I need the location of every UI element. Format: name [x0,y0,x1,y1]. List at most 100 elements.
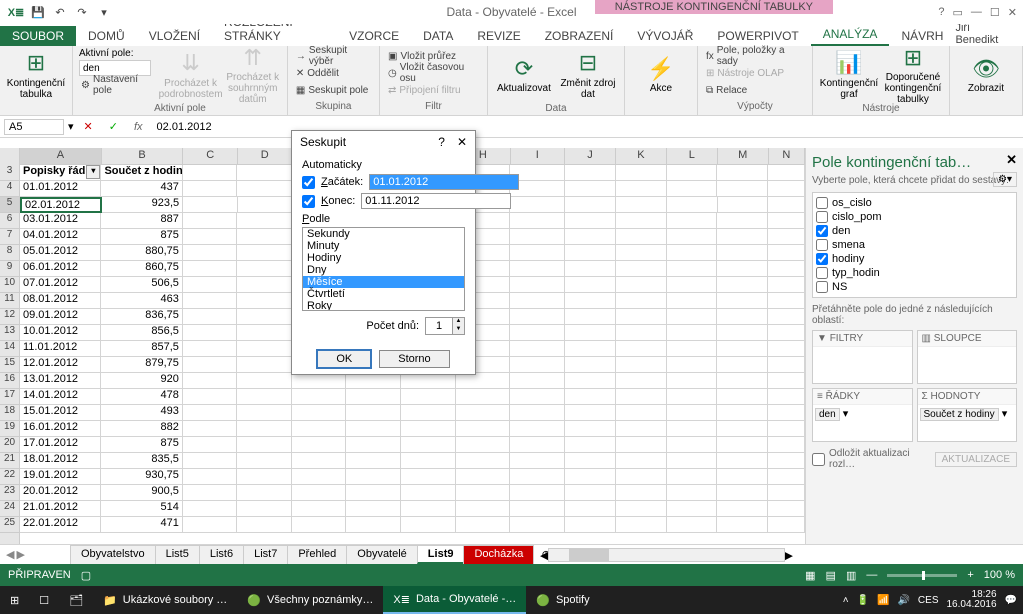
cell[interactable] [183,357,238,373]
cell[interactable] [401,373,456,389]
pivot-table-button[interactable]: ⊞Kontingenční tabulka [6,48,66,103]
row-header[interactable]: 24 [0,501,19,517]
sheet-next-icon[interactable]: ▶ [16,548,24,561]
cell[interactable] [292,373,347,389]
cell[interactable] [237,437,292,453]
start-input[interactable] [369,174,519,190]
filter-dropdown-icon[interactable]: ▾ [86,165,100,179]
cell[interactable] [237,181,292,197]
cell[interactable] [768,485,805,501]
tray-volume-icon[interactable]: 🔊 [897,595,909,606]
column-header[interactable]: B [102,148,184,164]
field-item[interactable]: NS [816,280,1013,294]
cell[interactable] [616,373,667,389]
taskbar-app-excel[interactable]: X≣ Data - Obyvatelé -… [383,586,526,614]
cell[interactable] [510,245,565,261]
cell[interactable] [616,389,667,405]
redo-icon[interactable]: ↷ [72,2,92,22]
cell[interactable] [616,405,667,421]
cell[interactable] [456,405,511,421]
cell[interactable] [237,229,292,245]
cell[interactable]: 01.01.2012 [20,181,101,197]
cell[interactable] [346,405,401,421]
cell[interactable] [616,341,667,357]
cell[interactable] [292,517,347,533]
cell[interactable] [667,261,718,277]
cell[interactable] [346,501,401,517]
cell[interactable] [510,453,565,469]
cell[interactable]: 07.01.2012 [20,277,101,293]
cell[interactable] [237,261,292,277]
field-item[interactable]: hodiny [816,252,1013,266]
cell[interactable] [616,261,667,277]
zoom-level[interactable]: 100 % [984,569,1015,581]
row-header[interactable]: 9 [0,261,19,277]
end-checkbox[interactable] [302,195,315,208]
cell[interactable] [237,165,292,181]
tab-home[interactable]: DOMŮ [76,26,137,46]
maximize-icon[interactable]: ☐ [990,6,1000,19]
cell[interactable] [510,389,565,405]
column-header[interactable]: N [769,148,805,164]
cell[interactable] [565,453,616,469]
cell[interactable]: 15.01.2012 [20,405,101,421]
cell[interactable] [717,309,768,325]
cell[interactable]: 887 [101,213,182,229]
formula-input[interactable]: 02.01.2012 [153,120,1019,134]
cell[interactable] [183,373,238,389]
field-item[interactable]: den [816,224,1013,238]
cell[interactable] [183,165,238,181]
cell[interactable] [565,501,616,517]
taskbar-app-spotify[interactable]: 🟢 Spotify [526,586,599,614]
cell[interactable] [510,469,565,485]
cell[interactable] [183,277,238,293]
cell[interactable] [616,293,667,309]
tab-analyze[interactable]: ANALÝZA [811,24,890,46]
column-header[interactable]: A [20,148,102,164]
cell[interactable] [768,261,805,277]
ungroup-button[interactable]: ✕ Oddělit [294,65,373,81]
cell[interactable] [565,309,616,325]
cell[interactable]: 02.01.2012 [20,197,102,213]
cell[interactable] [616,421,667,437]
cell[interactable] [768,165,805,181]
tray-wifi-icon[interactable]: 📶 [877,595,889,606]
cell[interactable] [717,405,768,421]
cell[interactable] [717,501,768,517]
cell[interactable]: 923,5 [102,197,183,213]
cell[interactable] [456,469,511,485]
tab-developer[interactable]: VÝVOJÁŘ [625,26,705,46]
cell[interactable]: Součet z hodiny [101,165,182,181]
cell[interactable] [667,517,718,533]
relations-button[interactable]: ⧉ Relace [704,82,806,98]
cell[interactable]: 882 [101,421,182,437]
cell[interactable] [237,421,292,437]
sheet-tab[interactable]: List6 [199,545,244,564]
cell[interactable] [717,213,768,229]
cell[interactable] [565,165,616,181]
refresh-button[interactable]: ⟳Aktualizovat [494,48,554,103]
cell[interactable] [667,453,718,469]
cell[interactable]: 20.01.2012 [20,485,101,501]
cell[interactable] [667,389,718,405]
cell[interactable] [717,261,768,277]
show-button[interactable]: 👁Zobrazit [956,48,1016,103]
minimize-icon[interactable]: — [971,6,982,18]
taskbar-app-1[interactable]: 📁 Ukázkové soubory … [93,586,237,614]
cell[interactable] [237,277,292,293]
group-by-list[interactable]: SekundyMinutyHodinyDnyMěsíceČtvrtletíRok… [302,227,465,311]
cell[interactable]: 920 [101,373,182,389]
cell[interactable] [237,501,292,517]
view-page-icon[interactable]: ▤ [826,569,836,582]
cell[interactable] [292,469,347,485]
cell[interactable] [616,197,667,213]
cell[interactable] [565,181,616,197]
tab-review[interactable]: REVIZE [465,26,532,46]
cell[interactable] [768,245,805,261]
cell[interactable]: 836,75 [101,309,182,325]
view-normal-icon[interactable]: ▦ [805,569,815,582]
row-header[interactable]: 17 [0,389,19,405]
group-selection-button[interactable]: → Seskupit výběr [294,48,373,64]
user-name[interactable]: Jiří Benedikt [955,22,1003,46]
cell[interactable] [717,341,768,357]
